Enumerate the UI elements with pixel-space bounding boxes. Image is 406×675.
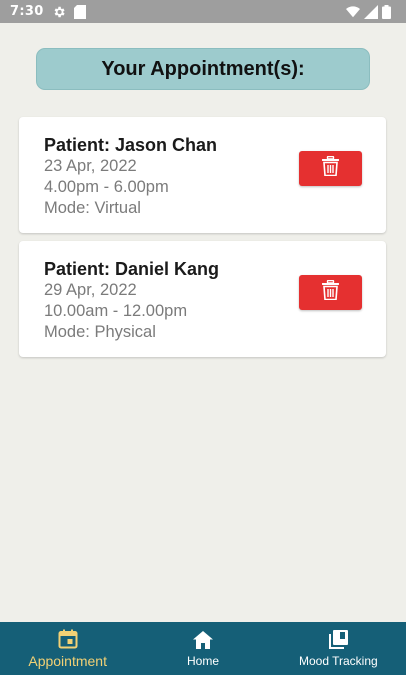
bottom-nav: Appointment Home Mood Tracking	[0, 622, 406, 675]
appointment-mode: Mode: Physical	[44, 323, 156, 341]
sim-card-icon	[73, 4, 88, 19]
appointment-date: 29 Apr, 2022	[44, 281, 137, 299]
appointment-time: 10.00am - 12.00pm	[44, 302, 188, 320]
delete-appointment-button[interactable]	[299, 151, 362, 186]
nav-mood-tracking[interactable]: Mood Tracking	[271, 622, 406, 675]
appointment-card: Patient: Jason Chan 23 Apr, 2022 4.00pm …	[19, 117, 386, 233]
library-icon	[327, 629, 349, 651]
home-icon	[192, 629, 214, 651]
patient-name: Patient: Daniel Kang	[44, 259, 220, 279]
nav-label-appointment: Appointment	[28, 653, 107, 669]
appointment-date: 23 Apr, 2022	[44, 157, 137, 175]
calendar-icon	[57, 628, 79, 650]
page-header: Your Appointment(s):	[36, 48, 370, 90]
trash-icon	[322, 155, 339, 181]
signal-icon	[364, 4, 378, 19]
delete-appointment-button[interactable]	[299, 275, 362, 310]
gear-icon	[52, 5, 66, 19]
trash-icon	[322, 279, 339, 305]
nav-home[interactable]: Home	[135, 622, 270, 675]
status-time: 7:30	[10, 4, 44, 19]
page-title: Your Appointment(s):	[101, 57, 305, 80]
nav-appointment[interactable]: Appointment	[0, 622, 135, 675]
appointment-mode: Mode: Virtual	[44, 199, 141, 217]
patient-name: Patient: Jason Chan	[44, 135, 218, 155]
nav-label-mood-tracking: Mood Tracking	[298, 654, 378, 668]
appointment-card: Patient: Daniel Kang 29 Apr, 2022 10.00a…	[19, 241, 386, 357]
battery-icon	[382, 4, 396, 19]
appointment-time: 4.00pm - 6.00pm	[44, 178, 169, 196]
wifi-icon	[346, 5, 360, 19]
status-bar: 7:30	[0, 0, 406, 23]
nav-label-home: Home	[186, 654, 219, 668]
